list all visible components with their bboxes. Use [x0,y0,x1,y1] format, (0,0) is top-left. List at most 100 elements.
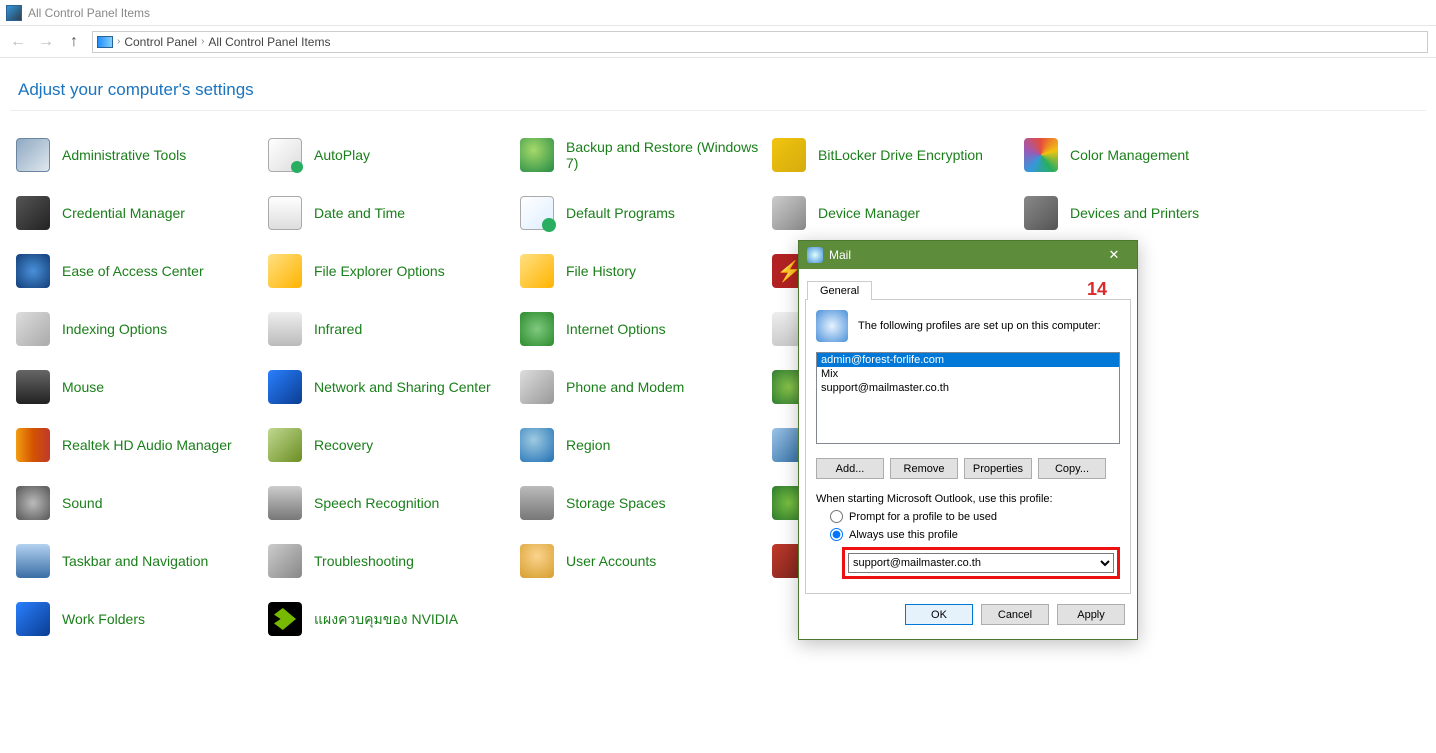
item-date-time[interactable]: Date and Time [268,193,520,233]
item-ease-of-access[interactable]: Ease of Access Center [16,251,268,291]
item-color-management[interactable]: Color Management [1024,135,1276,175]
item-administrative-tools[interactable]: Administrative Tools [16,135,268,175]
mouse-icon [16,370,50,404]
forward-button[interactable]: → [36,32,56,52]
item-recovery[interactable]: Recovery [268,425,520,465]
autoplay-icon [268,138,302,172]
chevron-right-icon: › [117,36,120,47]
profile-item[interactable]: admin@forest-forlife.com [817,353,1119,367]
folder-options-icon [268,254,302,288]
item-bitlocker[interactable]: BitLocker Drive Encryption [772,135,1024,175]
item-infrared[interactable]: Infrared [268,309,520,349]
item-credential-manager[interactable]: Credential Manager [16,193,268,233]
address-bar[interactable]: › Control Panel › All Control Panel Item… [92,31,1428,53]
radio-always-input[interactable] [830,528,843,541]
dialog-title-bar[interactable]: Mail ✕ [799,241,1137,269]
network-icon [268,370,302,404]
taskbar-icon [16,544,50,578]
control-panel-small-icon [97,36,113,48]
radio-always-label: Always use this profile [849,529,958,541]
item-nvidia[interactable]: แผงควบคุมของ NVIDIA [268,599,520,639]
item-label: แผงควบคุมของ NVIDIA [314,611,458,627]
item-label: Region [566,437,610,453]
page-heading: Adjust your computer's settings [18,80,254,100]
item-realtek[interactable]: Realtek HD Audio Manager [16,425,268,465]
bitlocker-icon [772,138,806,172]
up-button[interactable]: ↑ [64,32,84,52]
item-indexing-options[interactable]: Indexing Options [16,309,268,349]
item-label: Sound [62,495,102,511]
copy-button[interactable]: Copy... [1038,458,1106,479]
intro-text: The following profiles are set up on thi… [858,320,1101,332]
realtek-icon [16,428,50,462]
item-label: Backup and Restore (Windows 7) [566,139,772,171]
item-user-accounts[interactable]: User Accounts [520,541,772,581]
item-default-programs[interactable]: Default Programs [520,193,772,233]
apply-button[interactable]: Apply [1057,604,1125,625]
item-label: Internet Options [566,321,666,337]
item-internet-options[interactable]: Internet Options [520,309,772,349]
item-label: User Accounts [566,553,656,569]
back-button[interactable]: ← [8,32,28,52]
item-storage-spaces[interactable]: Storage Spaces [520,483,772,523]
tab-general[interactable]: General [807,281,872,300]
breadcrumb-root[interactable]: Control Panel [124,35,197,49]
credential-icon [16,196,50,230]
profile-item[interactable]: Mix [817,367,1119,381]
indexing-icon [16,312,50,346]
dialog-title: Mail [829,248,851,262]
ok-button[interactable]: OK [905,604,973,625]
item-sound[interactable]: Sound [16,483,268,523]
profiles-listbox[interactable]: admin@forest-forlife.com Mix support@mai… [816,352,1120,444]
item-label: Storage Spaces [566,495,666,511]
item-label: Devices and Printers [1070,205,1199,221]
item-mouse[interactable]: Mouse [16,367,268,407]
radio-always[interactable]: Always use this profile [830,528,1120,541]
item-autoplay[interactable]: AutoPlay [268,135,520,175]
item-speech[interactable]: Speech Recognition [268,483,520,523]
item-label: Default Programs [566,205,675,221]
profiles-icon [816,310,848,342]
add-button[interactable]: Add... [816,458,884,479]
properties-button[interactable]: Properties [964,458,1032,479]
startup-label: When starting Microsoft Outlook, use thi… [816,493,1120,505]
radio-prompt-input[interactable] [830,510,843,523]
clock-icon [268,196,302,230]
tab-pane-general: The following profiles are set up on thi… [805,299,1131,594]
window-title: All Control Panel Items [28,6,150,20]
item-label: Infrared [314,321,362,337]
item-label: Indexing Options [62,321,167,337]
item-troubleshooting[interactable]: Troubleshooting [268,541,520,581]
speaker-icon [16,486,50,520]
radio-prompt[interactable]: Prompt for a profile to be used [830,510,1120,523]
close-button[interactable]: ✕ [1099,244,1129,266]
annotation-number: 14 [1087,279,1107,300]
item-work-folders[interactable]: Work Folders [16,599,268,639]
remove-button[interactable]: Remove [890,458,958,479]
item-network-sharing[interactable]: Network and Sharing Center [268,367,520,407]
item-label: File History [566,263,636,279]
item-label: Color Management [1070,147,1189,163]
default-profile-select[interactable]: support@mailmaster.co.th [848,553,1114,573]
item-label: Work Folders [62,611,145,627]
backup-icon [520,138,554,172]
item-label: Date and Time [314,205,405,221]
item-taskbar-nav[interactable]: Taskbar and Navigation [16,541,268,581]
cancel-button[interactable]: Cancel [981,604,1049,625]
item-backup-restore[interactable]: Backup and Restore (Windows 7) [520,135,772,175]
globe-icon [520,312,554,346]
item-device-manager[interactable]: Device Manager [772,193,1024,233]
item-file-history[interactable]: File History [520,251,772,291]
mail-icon [807,247,823,263]
item-label: Phone and Modem [566,379,684,395]
profile-item[interactable]: support@mailmaster.co.th [817,381,1119,395]
item-label: Ease of Access Center [62,263,204,279]
item-file-explorer-options[interactable]: File Explorer Options [268,251,520,291]
breadcrumb-current[interactable]: All Control Panel Items [208,35,330,49]
item-label: Speech Recognition [314,495,439,511]
control-panel-grid: Administrative Tools AutoPlay Backup and… [0,111,1436,639]
item-label: Device Manager [818,205,920,221]
item-region[interactable]: Region [520,425,772,465]
item-phone-modem[interactable]: Phone and Modem [520,367,772,407]
item-devices-printers[interactable]: Devices and Printers [1024,193,1276,233]
